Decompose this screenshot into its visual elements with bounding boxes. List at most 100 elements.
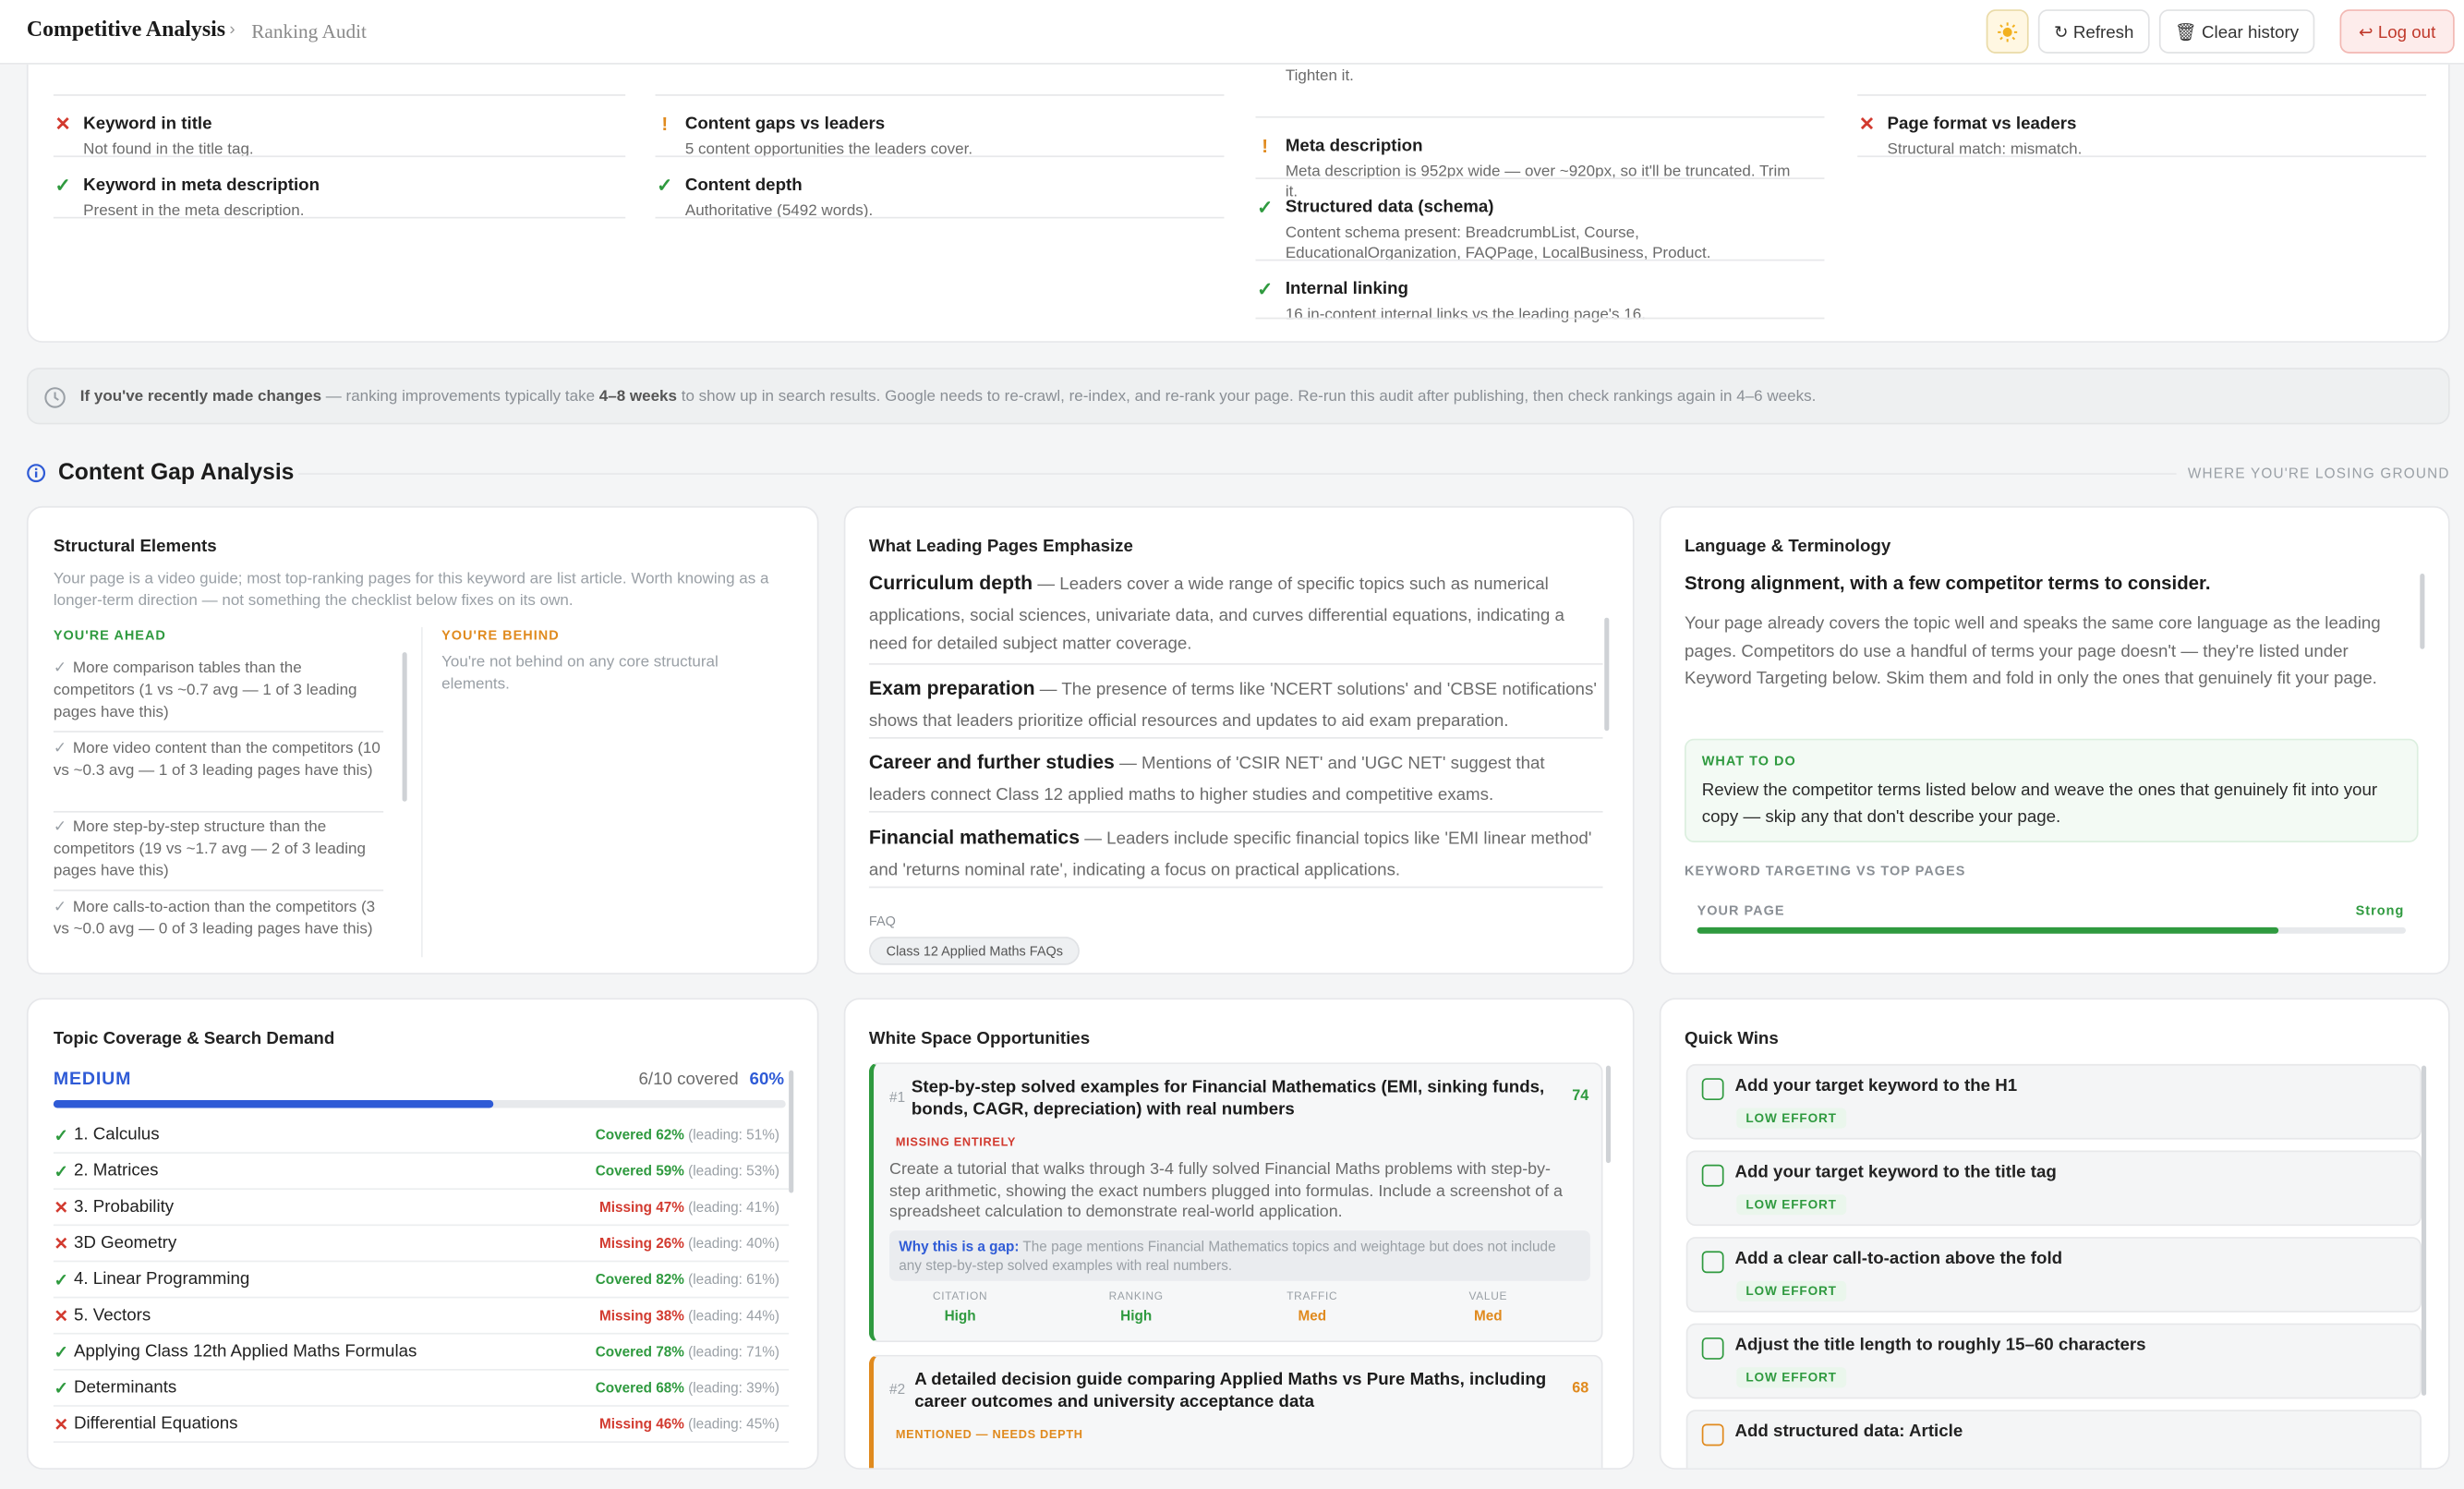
ahead-item-text: More step-by-step structure than the com… — [53, 818, 366, 880]
divider — [1857, 155, 2427, 158]
divider — [53, 155, 626, 158]
check-icon: ✓ — [53, 899, 67, 916]
clear-history-button[interactable]: 🗑 Clear history — [2158, 9, 2315, 54]
audit-check-item: ! Meta description Meta description is 952… — [1255, 135, 1806, 202]
quick-win-checkbox[interactable] — [1701, 1164, 1724, 1187]
quick-win-item[interactable]: Add structured data: Article — [1685, 1410, 2422, 1469]
theme-toggle-button[interactable] — [1986, 9, 2029, 54]
pass-icon: ✓ — [54, 174, 71, 197]
check-title: Internal linking — [1285, 279, 1408, 299]
refresh-button[interactable]: ↻ Refresh — [2037, 9, 2150, 54]
topic-coverage: Covered 62% — [595, 1126, 684, 1143]
quick-win-checkbox[interactable] — [1701, 1078, 1724, 1101]
topic-status: Covered 82% (leading: 61%) — [596, 1272, 779, 1288]
recent-changes-notice: If you've recently made changes — rankin… — [26, 368, 2450, 425]
breadcrumb-separator: › — [229, 20, 236, 40]
check-title: Keyword in title — [83, 115, 212, 134]
emphasis-heading: Financial mathematics — [868, 826, 1081, 849]
check-title: Content gaps vs leaders — [684, 115, 886, 134]
coverage-level: MEDIUM — [53, 1070, 132, 1090]
gap-label: Why this is a gap: — [899, 1238, 1020, 1254]
topic-row: ✓ 2. Matrices Covered 59% (leading: 53%) — [53, 1154, 790, 1191]
quick-win-checkbox[interactable] — [1701, 1337, 1724, 1360]
quick-win-label: Add your target keyword to the H1 — [1734, 1076, 2018, 1096]
check-description: 16 in-content internal links vs the lead… — [1285, 305, 1646, 323]
topic-leading: (leading: 41%) — [688, 1199, 779, 1216]
effort-badge: LOW EFFORT — [1736, 1367, 1847, 1388]
check-icon: ✓ — [54, 1163, 69, 1182]
opportunity-title: Step-by-step solved examples for Financi… — [911, 1078, 1545, 1120]
divider — [1255, 115, 1825, 118]
faq-label: FAQ — [868, 913, 896, 929]
quick-win-item[interactable]: Add your target keyword to the title tag… — [1685, 1150, 2422, 1227]
quick-win-checkbox[interactable] — [1701, 1423, 1724, 1447]
divider — [1857, 94, 2427, 96]
opportunity-metric: VALUE Med — [1441, 1292, 1535, 1324]
quick-win-label: Add a clear call-to-action above the fol… — [1734, 1249, 2063, 1269]
faq-chip[interactable]: Class 12 Applied Maths FAQs — [868, 937, 1081, 965]
warn-icon: ! — [1262, 135, 1269, 158]
logout-button[interactable]: ↩ Log out — [2339, 9, 2455, 54]
gap-explanation: Why this is a gap: The page mentions Fin… — [889, 1230, 1590, 1281]
clock-icon — [44, 387, 66, 408]
topic-coverage: Missing 47% — [598, 1199, 684, 1216]
opportunity-rank: #2 — [889, 1381, 906, 1398]
fail-icon: ✕ — [54, 113, 71, 136]
topic-row: ✓ 1. Calculus Covered 62% (leading: 51%) — [53, 1118, 790, 1154]
divider — [1255, 259, 1825, 261]
sun-icon — [1998, 21, 2018, 42]
check-icon: ✓ — [53, 660, 67, 678]
ahead-item: ✓ More calls-to-action than the competito… — [54, 898, 387, 942]
topic-name: 5. Vectors — [73, 1305, 151, 1326]
topic-leading: (leading: 44%) — [688, 1307, 779, 1324]
divider — [655, 155, 1225, 158]
keyword-strength-bar — [1697, 926, 2406, 934]
ahead-item-text: More video content than the competitors … — [53, 740, 380, 780]
topic-leading: (leading: 45%) — [688, 1416, 779, 1433]
divider — [655, 94, 1225, 96]
topic-status: Covered 59% (leading: 53%) — [596, 1163, 779, 1179]
top-bar: Competitive Analysis › Ranking Audit ↻ R… — [0, 0, 2464, 65]
notice-text-2: to show up in search results. Google nee… — [677, 387, 1817, 406]
what-to-do-label: WHAT TO DO — [1701, 753, 1796, 769]
topic-coverage: Covered 68% — [595, 1379, 684, 1396]
behind-text: You're not behind on any core structural… — [441, 653, 719, 694]
quick-win-item[interactable]: Add a clear call-to-action above the fol… — [1685, 1237, 2422, 1313]
ahead-item: ✓ More comparison tables than the competi… — [54, 659, 387, 724]
emphasis-item: Exam preparation — The presence of terms… — [869, 672, 1603, 736]
structural-elements-card: Structural Elements Your page is a video… — [26, 505, 819, 975]
pass-icon: ✓ — [1257, 278, 1274, 300]
quick-win-checkbox[interactable] — [1701, 1251, 1724, 1274]
topic-row: ✕ 3. Probability Missing 47% (leading: 41%… — [53, 1190, 790, 1227]
metric-label: VALUE — [1468, 1291, 1508, 1303]
ahead-item: ✓ More step-by-step structure than the co… — [54, 817, 387, 883]
topic-row: ✕ 5. Vectors Missing 38% (leading: 44%) — [53, 1298, 790, 1335]
opportunity-card[interactable]: #2 A detailed decision guide comparing A… — [868, 1354, 1603, 1469]
check-icon: ✓ — [53, 818, 67, 837]
topic-leading: (leading: 40%) — [688, 1235, 779, 1252]
ahead-item-text: More comparison tables than the competit… — [53, 660, 357, 721]
audit-check-item: ✓ Structured data (schema) Content schema … — [1255, 197, 1806, 264]
check-title: Keyword in meta description — [83, 176, 320, 195]
opportunity-description: Create a tutorial that walks through 3-4… — [889, 1159, 1563, 1222]
coverage-count: 6/10 covered — [638, 1070, 739, 1090]
card-title: White Space Opportunities — [868, 1029, 1091, 1048]
warn-icon: ! — [661, 113, 669, 136]
section-subtitle: WHERE YOU'RE LOSING GROUND — [2187, 465, 2450, 481]
topic-name: 3. Probability — [73, 1197, 175, 1217]
topic-name: Differential Equations — [73, 1414, 238, 1434]
breadcrumb-current[interactable]: Ranking Audit — [251, 20, 367, 44]
keyword-targeting-label: KEYWORD TARGETING VS TOP PAGES — [1685, 863, 1966, 879]
opportunity-rank: #1 — [889, 1089, 906, 1106]
divider — [53, 94, 626, 96]
opportunity-card[interactable]: #1 Step-by-step solved examples for Fina… — [868, 1062, 1603, 1343]
quick-win-item[interactable]: Add your target keyword to the H1 LOW EFF… — [1685, 1063, 2422, 1140]
opportunity-metric: RANKING High — [1089, 1292, 1183, 1324]
metric-label: CITATION — [932, 1291, 988, 1303]
quick-win-label: Add your target keyword to the title tag — [1734, 1163, 2057, 1182]
quick-win-label: Adjust the title length to roughly 15–60… — [1734, 1336, 2146, 1355]
topic-leading: (leading: 51%) — [688, 1126, 779, 1143]
card-title: What Leading Pages Emphasize — [868, 537, 1133, 557]
quick-win-item[interactable]: Adjust the title length to roughly 15–60… — [1685, 1323, 2422, 1399]
opportunity-tag: MISSING ENTIRELY — [895, 1134, 1017, 1149]
